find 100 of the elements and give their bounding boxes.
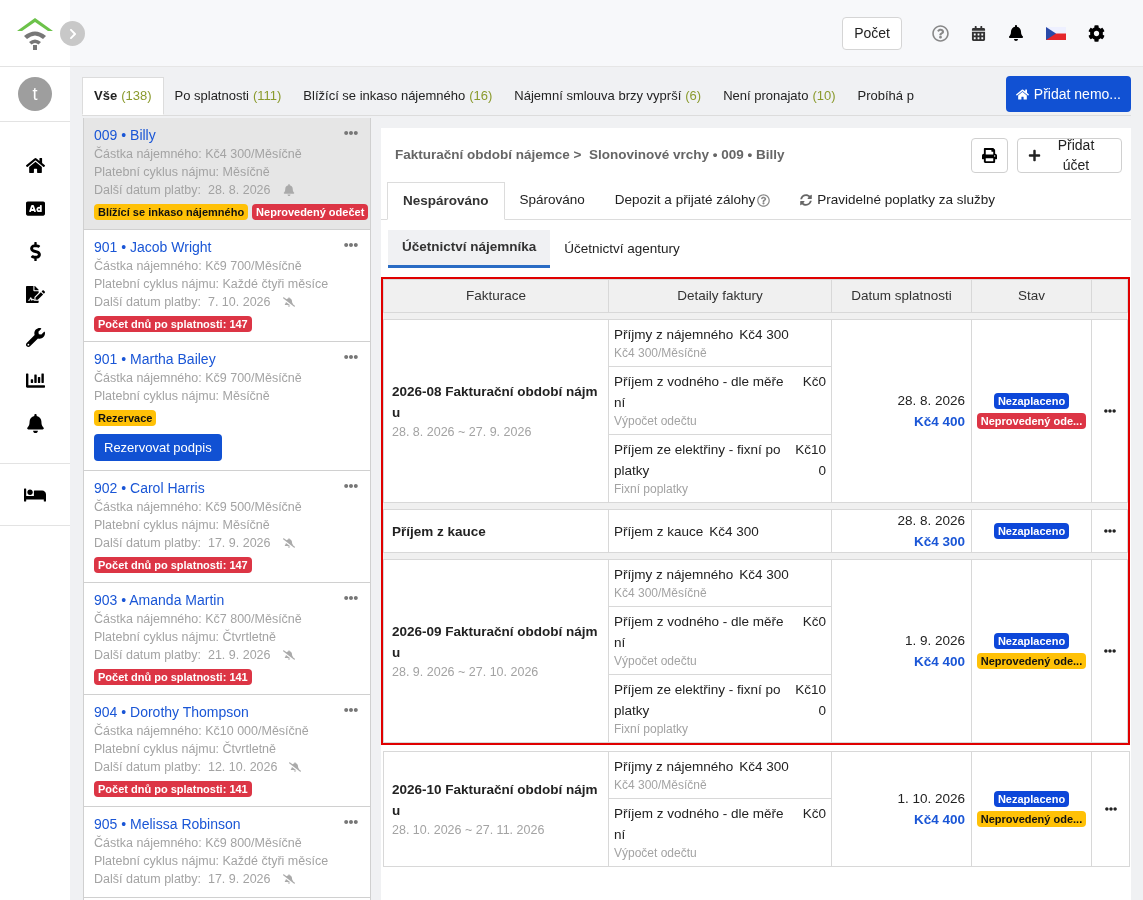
detail-note: Kč4 300/Měsíčně [614,345,708,362]
calendar-icon[interactable] [971,25,986,41]
detail-label: Příjem z vodného - dle měření [614,805,785,844]
settings-icon[interactable] [1088,24,1105,42]
detail-label: Příjem z vodného - dle měření [614,613,785,652]
status-badge: Nezaplaceno [993,523,1070,539]
status-badge: Počet dnů po splatnosti: 141 [94,669,252,685]
status-badge: Neprovedený ode... [976,653,1087,669]
add-property-button[interactable]: Přidat nemo... [1005,76,1131,112]
house-icon [1015,87,1029,101]
accounting-subtab[interactable]: Účetnictví agentury [550,230,694,268]
next-payment-date: Další datum platby: 28. 8. 2026 [94,182,271,199]
count-button[interactable]: Počet [842,16,902,50]
invoice-tab[interactable]: Nespárováno [387,182,505,220]
invoice-title: Příjem z kauce [392,522,487,541]
property-title[interactable]: 902 • Carol Harris [94,478,205,498]
status-badge: Nezaplaceno [993,633,1070,649]
filter-tab[interactable]: Probíhá p [846,77,925,115]
filter-tab[interactable]: Nájemní smlouva brzy vyprší (6) [503,77,713,115]
status-badge: Neprovedený ode... [976,811,1087,827]
detail-amount: Kč4 300 [709,523,759,539]
detail-note: Kč4 300/Měsíčně [614,777,708,794]
invoice-period: 28. 10. 2026 ~ 27. 11. 2026 [392,822,546,839]
help-icon[interactable] [757,193,771,207]
house-wifi-logo [15,15,55,51]
detail-label: Příjmy z nájemného [614,567,734,582]
due-date: 1. 9. 2026 [904,632,965,650]
detail-label: Příjmy z nájemného [614,327,734,342]
property-title[interactable]: 903 • Amanda Martin [94,590,225,610]
detail-label: Příjmy z nájemného [614,759,734,774]
filter-tab[interactable]: Není pronajato (10) [712,77,847,115]
next-payment-date: Další datum platby: 7. 10. 2026 [94,294,271,311]
payment-cycle: Platební cyklus nájmu: Měsíčně [94,164,271,181]
invoice-period: 28. 9. 2026 ~ 27. 10. 2026 [392,664,540,681]
payment-cycle: Platební cyklus nájmu: Každé čtyři měsíce [94,853,330,870]
invoice-tab[interactable]: Pravidelné poplatky za služby [785,181,1011,219]
invoice-tab[interactable]: Spárováno [504,181,600,219]
print-icon [982,147,997,163]
bell-icon[interactable] [25,414,45,433]
detail-amount: Kč4 300 [739,327,789,342]
invoice-title: 2026-08 Fakturační období nájmu [392,383,599,422]
status-badge: Neprovedený odečet [252,204,369,220]
property-title[interactable]: 009 • Billy [94,125,156,145]
detail-label: Příjem ze elektřiny - fixní poplatky [614,441,782,480]
reserve-signature-button[interactable]: Rezervovat podpis [94,434,222,461]
home-icon[interactable] [25,156,45,175]
filter-tab-label: Vše [94,87,118,106]
filter-tab-count: (138) [121,87,152,106]
column-header: Fakturace [465,286,527,305]
filter-tab[interactable]: Po splatnosti (111) [163,77,293,115]
property-title[interactable]: 901 • Martha Bailey [94,349,216,369]
column-header: Detaily faktury [608,280,831,312]
property-title[interactable]: 904 • Dorothy Thompson [94,702,249,722]
bar-chart-icon[interactable] [25,371,45,390]
property-card[interactable]: 009 • Billy Částka nájemného: Kč4 300/Měsíčně Platební cyklus nájmu: Měsíčně Další datum platby: 28. 8. 2026 Blížící se inkaso nájemného Neprovedený odečet [84,118,370,230]
status-badge: Počet dnů po splatnosti: 147 [94,316,252,332]
filter-tab-label: Probíhá p [857,87,914,106]
status-badge: Počet dnů po splatnosti: 141 [94,781,252,797]
ad-icon[interactable] [25,199,45,218]
add-account-button[interactable]: Přidat účet [1017,137,1122,173]
invoice-period: 28. 8. 2026 ~ 27. 9. 2026 [392,424,533,441]
rent-amount: Částka nájemného: Kč7 800/Měsíčně [94,610,303,628]
due-date: 28. 8. 2026 [897,392,965,410]
property-title[interactable]: 905 • Melissa Robinson [94,814,241,834]
rent-amount: Částka nájemného: Kč9 700/Měsíčně [94,369,303,387]
rent-amount: Částka nájemného: Kč9 700/Měsíčně [94,257,303,275]
detail-amount: Kč100 [794,441,826,480]
document-sign-icon[interactable] [25,285,45,304]
filter-tab-label: Není pronajato [723,87,809,106]
detail-amount: Kč0 [801,373,826,391]
next-payment-date: Další datum platby: 17. 9. 2026 [94,535,271,552]
detail-note: Výpočet odečtu [614,845,698,862]
next-payment-date: Další datum platby: 17. 9. 2026 [94,871,271,888]
print-button[interactable] [971,137,1008,173]
filter-tab-label: Blížící se inkaso nájemného [303,87,466,106]
help-icon[interactable] [932,24,949,42]
filter-tab[interactable]: Blížící se inkaso nájemného (16) [292,77,504,115]
czech-flag-icon[interactable] [1046,26,1066,40]
rent-amount: Částka nájemného: Kč10 000/Měsíčně [94,722,310,740]
filter-tab[interactable]: Vše (138) [82,77,164,115]
property-title[interactable]: 901 • Jacob Wright [94,237,212,257]
accounting-subtab[interactable]: Účetnictví nájemníka [388,230,551,268]
next-payment-date: Další datum platby: 12. 10. 2026 [94,759,278,776]
payment-cycle: Platební cyklus nájmu: Každé čtyři měsíce [94,276,330,293]
invoice-tab[interactable]: Depozit a přijaté zálohy [599,181,786,219]
due-date: 1. 10. 2026 [897,790,965,808]
status-badge: Rezervace [94,410,157,426]
total-amount: Kč4 400 [913,413,965,431]
payment-cycle: Platební cyklus nájmu: Čtvrtletně [94,628,278,646]
payment-cycle: Platební cyklus nájmu: Čtvrtletně [94,740,278,758]
bell-icon[interactable] [1008,25,1024,41]
total-amount: Kč4 300 [913,533,965,551]
detail-note: Fixní poplatky [614,481,690,498]
detail-note: Výpočet odečtu [614,653,698,670]
column-header: Datum splatnosti [831,280,971,312]
detail-amount: Kč0 [801,805,826,823]
detail-note: Výpočet odečtu [614,413,698,430]
breadcrumb: Fakturační období nájemce > Slonovinové vrchy • 009 • Billy [395,145,785,164]
wrench-icon[interactable] [25,328,45,347]
filter-tab-count: (111) [252,87,282,106]
